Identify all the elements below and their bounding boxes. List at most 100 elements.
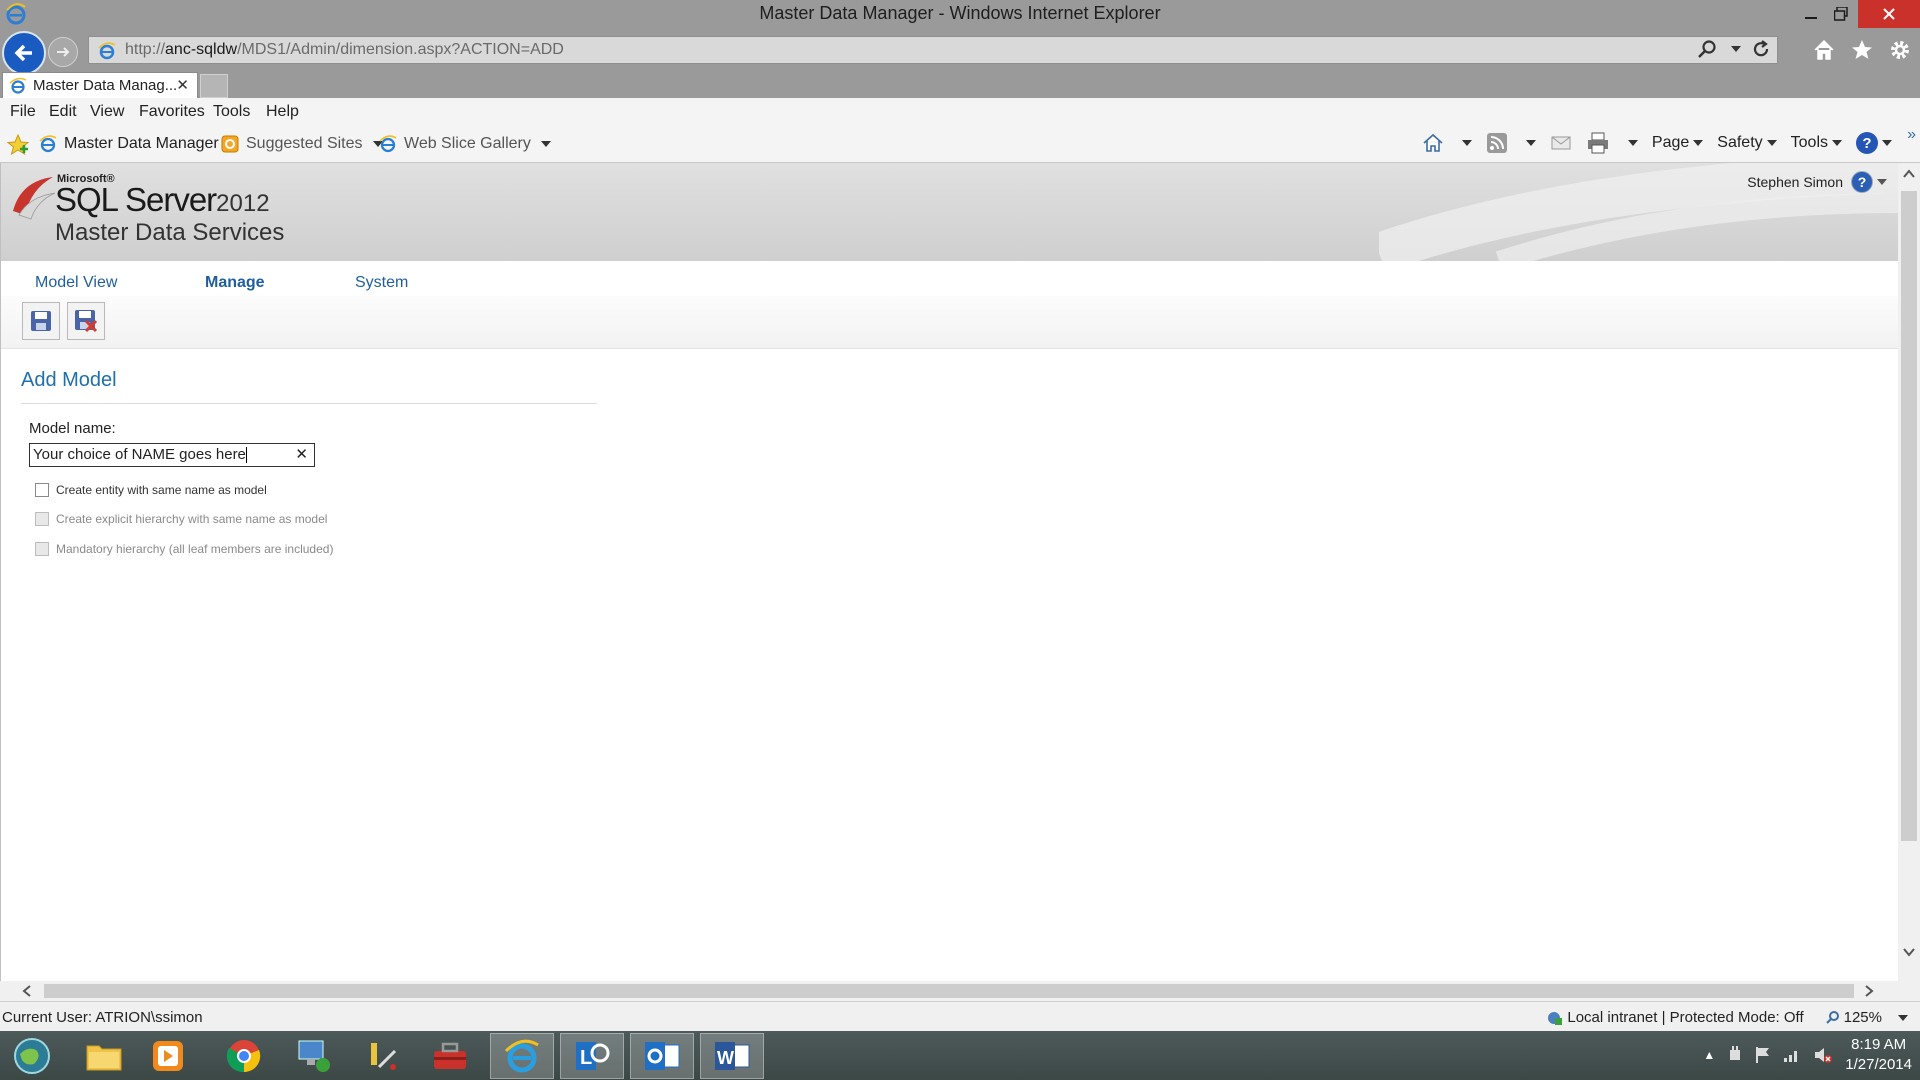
page-menu[interactable]: Page bbox=[1652, 134, 1704, 152]
checkbox-create-explicit-hierarchy: Create explicit hierarchy with same name… bbox=[35, 512, 327, 526]
page-title: Add Model bbox=[21, 369, 117, 391]
address-bar[interactable]: http://anc-sqldw/MDS1/Admin/dimension.as… bbox=[88, 36, 1778, 64]
security-zone[interactable]: Local intranet | Protected Mode: Off bbox=[1547, 1009, 1804, 1026]
checkbox-create-entity[interactable]: Create entity with same name as model bbox=[35, 483, 267, 497]
scroll-left-icon[interactable] bbox=[22, 985, 32, 997]
action-toolbar bbox=[1, 296, 1899, 349]
tools-menu[interactable]: Tools bbox=[1791, 134, 1842, 152]
zoom-dropdown-icon[interactable] bbox=[1898, 1014, 1908, 1021]
help-menu[interactable]: ? bbox=[1856, 132, 1892, 154]
menu-favorites[interactable]: Favorites bbox=[139, 103, 205, 121]
fav-suggested-sites[interactable]: Suggested Sites bbox=[220, 134, 383, 154]
home-page-icon[interactable] bbox=[1422, 132, 1444, 154]
fav-ie-icon bbox=[39, 135, 57, 153]
taskbar-file-explorer[interactable] bbox=[72, 1033, 136, 1079]
page-content: Microsoft® SQL Server2012 Master Data Se… bbox=[0, 163, 1899, 981]
url-path: /MDS1/Admin/dimension.aspx?ACTION=ADD bbox=[237, 41, 564, 58]
scroll-right-icon[interactable] bbox=[1864, 985, 1874, 997]
zoom-control[interactable]: 125% bbox=[1825, 1009, 1908, 1026]
home-dropdown-icon[interactable] bbox=[1461, 140, 1472, 146]
user-box: Stephen Simon ? bbox=[1747, 171, 1887, 193]
model-name-value: Your choice of NAME goes here bbox=[33, 446, 246, 463]
close-window-button[interactable] bbox=[1858, 0, 1920, 28]
favorites-star-icon[interactable] bbox=[1850, 38, 1874, 62]
fav-web-slice-gallery[interactable]: Web Slice Gallery bbox=[378, 134, 551, 154]
fav-master-data-manager[interactable]: Master Data Manager bbox=[38, 134, 219, 154]
favorites-bar: Master Data Manager Suggested Sites Web … bbox=[0, 126, 1920, 163]
taskbar-media-player[interactable] bbox=[136, 1033, 200, 1079]
taskbar-remote-desktop[interactable] bbox=[282, 1033, 346, 1079]
navigation-row: http://anc-sqldw/MDS1/Admin/dimension.as… bbox=[0, 28, 1920, 75]
menu-file[interactable]: File bbox=[10, 103, 36, 121]
mds-help-icon[interactable]: ? bbox=[1851, 171, 1873, 193]
save-button[interactable] bbox=[22, 302, 60, 340]
search-icon[interactable] bbox=[1697, 39, 1717, 59]
horizontal-scrollbar[interactable] bbox=[0, 981, 1920, 1001]
model-name-input[interactable]: Your choice of NAME goes here ✕ bbox=[29, 443, 315, 467]
taskbar-ssms-tool[interactable] bbox=[350, 1033, 414, 1079]
close-tab-icon[interactable]: ✕ bbox=[176, 76, 189, 94]
read-mail-icon[interactable] bbox=[1550, 132, 1572, 154]
taskbar-outlook[interactable] bbox=[630, 1033, 694, 1079]
zone-label: Local intranet | Protected Mode: Off bbox=[1567, 1009, 1804, 1026]
taskbar-word[interactable]: W bbox=[700, 1033, 764, 1079]
tab-model-view[interactable]: Model View bbox=[35, 274, 117, 292]
safety-menu[interactable]: Safety bbox=[1717, 134, 1777, 152]
checkbox-label: Create explicit hierarchy with same name… bbox=[56, 512, 328, 526]
rss-feed-icon[interactable] bbox=[1486, 132, 1508, 154]
scroll-up-icon[interactable] bbox=[1903, 169, 1915, 179]
title-bar: Master Data Manager - Windows Internet E… bbox=[0, 0, 1920, 28]
new-tab-button[interactable] bbox=[200, 74, 228, 98]
scroll-down-icon[interactable] bbox=[1903, 947, 1915, 957]
help-dropdown-icon[interactable] bbox=[1877, 179, 1887, 185]
network-signal-icon[interactable] bbox=[1783, 1047, 1801, 1063]
address-tools bbox=[1697, 39, 1771, 59]
tab-ie-icon bbox=[9, 77, 27, 94]
taskbar: L W ▲ 8:19 AM 1/27/2014 bbox=[0, 1031, 1920, 1080]
tab-manage[interactable]: Manage bbox=[205, 274, 265, 292]
current-user-status: Current User: ATRION\ssimon bbox=[2, 1009, 203, 1026]
refresh-icon[interactable] bbox=[1751, 39, 1771, 59]
menu-help[interactable]: Help bbox=[266, 103, 299, 121]
show-hidden-icons[interactable]: ▲ bbox=[1703, 1048, 1715, 1062]
forward-button[interactable] bbox=[48, 37, 78, 67]
forward-arrow-icon bbox=[57, 47, 70, 57]
fav-label: Web Slice Gallery bbox=[404, 135, 531, 152]
tools-icon bbox=[371, 1043, 397, 1070]
taskbar-internet-explorer[interactable] bbox=[490, 1033, 554, 1079]
favorites-add-star-icon[interactable] bbox=[6, 133, 30, 157]
menu-view[interactable]: View bbox=[90, 103, 124, 121]
horizontal-scroll-thumb[interactable] bbox=[44, 984, 1854, 998]
start-button[interactable] bbox=[0, 1033, 64, 1079]
save-and-close-button[interactable] bbox=[67, 302, 105, 340]
menu-edit[interactable]: Edit bbox=[49, 103, 77, 121]
power-plug-icon[interactable] bbox=[1727, 1046, 1743, 1064]
address-url[interactable]: http://anc-sqldw/MDS1/Admin/dimension.as… bbox=[125, 37, 564, 63]
clock[interactable]: 8:19 AM 1/27/2014 bbox=[1845, 1035, 1912, 1075]
clear-input-icon[interactable]: ✕ bbox=[295, 444, 308, 466]
vertical-scroll-thumb[interactable] bbox=[1901, 191, 1917, 841]
save-close-icon bbox=[75, 310, 98, 333]
chrome-icon bbox=[226, 1040, 261, 1073]
tab-system[interactable]: System bbox=[355, 274, 408, 292]
fav-label: Suggested Sites bbox=[246, 135, 363, 152]
vertical-scrollbar[interactable] bbox=[1898, 163, 1920, 981]
dropdown-caret-icon bbox=[540, 141, 551, 147]
taskbar-chrome[interactable] bbox=[212, 1033, 276, 1079]
search-dropdown-icon[interactable] bbox=[1731, 46, 1741, 52]
chevron-right-icon[interactable]: » bbox=[1907, 126, 1916, 144]
print-icon[interactable] bbox=[1586, 132, 1610, 154]
settings-gear-icon[interactable] bbox=[1888, 38, 1912, 62]
tab-master-data-manager[interactable]: Master Data Manag... ✕ bbox=[2, 72, 198, 98]
rss-dropdown-icon[interactable] bbox=[1525, 140, 1536, 146]
menu-tools[interactable]: Tools bbox=[213, 103, 250, 121]
taskbar-lync[interactable]: L bbox=[560, 1033, 624, 1079]
taskbar-toolbox[interactable] bbox=[418, 1033, 482, 1079]
volume-muted-icon[interactable] bbox=[1813, 1046, 1833, 1064]
home-icon[interactable] bbox=[1812, 38, 1836, 62]
browser-icons bbox=[1812, 38, 1912, 62]
action-center-flag-icon[interactable] bbox=[1755, 1046, 1771, 1064]
back-button[interactable] bbox=[2, 31, 46, 75]
print-dropdown-icon[interactable] bbox=[1627, 140, 1638, 146]
checkbox-box[interactable] bbox=[35, 483, 49, 497]
